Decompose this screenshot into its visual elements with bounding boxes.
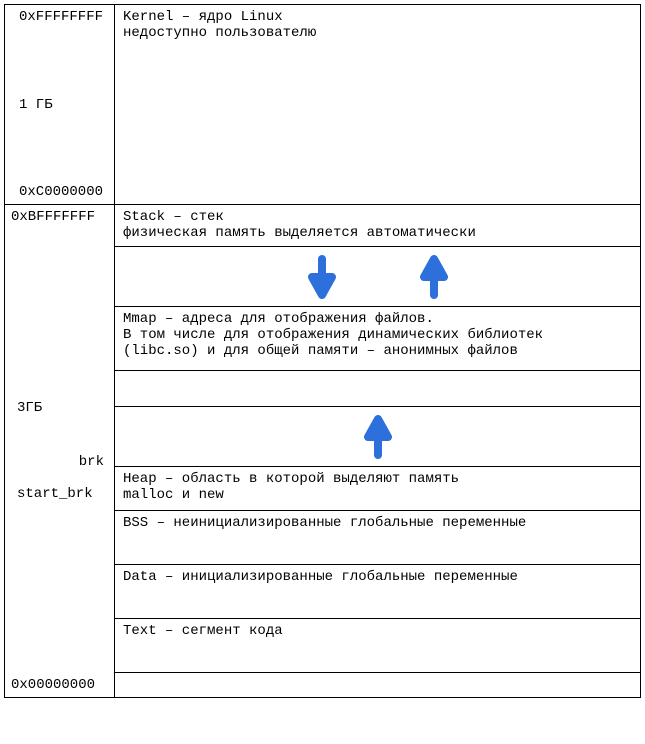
user-mid-labels: 3ГБ brk start_brk [5, 229, 114, 673]
bottom-spacer [115, 673, 640, 697]
start-brk-label: start_brk [11, 486, 114, 502]
data-segment: Data – инициализированные глобальные пер… [115, 565, 640, 619]
kernel-line1: Kernel – ядро Linux [123, 9, 632, 25]
kernel-bottom-label: 0xC0000000 [13, 184, 106, 200]
arrow-down-icon [306, 255, 338, 299]
bss-segment: BSS – неинициализированные глобальные пе… [115, 511, 640, 565]
arrow-up-icon [362, 415, 394, 459]
mmap-line2: В том числе для отображения динамических… [123, 327, 632, 343]
kernel-address-block: 0xFFFFFFFF 1 ГБ 0xC0000000 [5, 5, 114, 205]
memory-layout-diagram: 0xFFFFFFFF 1 ГБ 0xC0000000 0xBFFFFFFF 3Г… [4, 4, 641, 698]
text-segment: Text – сегмент кода [115, 619, 640, 673]
bottom-address-label: 0x00000000 [5, 673, 114, 697]
mmap-segment: Mmap – адреса для отображения файлов. В … [115, 307, 640, 371]
brk-label: brk [11, 454, 114, 470]
stack-segment: Stack – стек физическая память выделяетс… [115, 205, 640, 247]
mmap-line1: Mmap – адреса для отображения файлов. [123, 311, 632, 327]
heap-arrow-block [115, 407, 640, 467]
bss-line: BSS – неинициализированные глобальные пе… [123, 515, 632, 531]
user-address-block: 0xBFFFFFFF 3ГБ brk start_brk 0x00000000 [5, 205, 114, 697]
data-line: Data – инициализированные глобальные пер… [123, 569, 632, 585]
heap-line2: malloc и new [123, 487, 632, 503]
heap-line1: Heap – область в которой выделяют память [123, 471, 632, 487]
arrow-up-icon [418, 255, 450, 299]
kernel-line2: недоступно пользователю [123, 25, 632, 41]
text-line: Text – сегмент кода [123, 623, 632, 639]
address-column: 0xFFFFFFFF 1 ГБ 0xC0000000 0xBFFFFFFF 3Г… [5, 5, 115, 697]
kernel-size-label: 1 ГБ [13, 97, 106, 113]
stack-mmap-arrow-block [115, 247, 640, 307]
mmap-line3: (libc.so) и для общей памяти – анонимных… [123, 343, 632, 359]
stack-line1: Stack – стек [123, 209, 632, 225]
user-top-label: 0xBFFFFFFF [5, 205, 114, 229]
kernel-segment: Kernel – ядро Linux недоступно пользоват… [115, 5, 640, 205]
stack-line2: физическая память выделяется автоматичес… [123, 225, 632, 241]
user-size-label: 3ГБ [11, 400, 114, 416]
mmap-gap [115, 371, 640, 407]
heap-segment: Heap – область в которой выделяют память… [115, 467, 640, 511]
content-column: Kernel – ядро Linux недоступно пользоват… [115, 5, 640, 697]
addr-top-label: 0xFFFFFFFF [13, 9, 106, 25]
